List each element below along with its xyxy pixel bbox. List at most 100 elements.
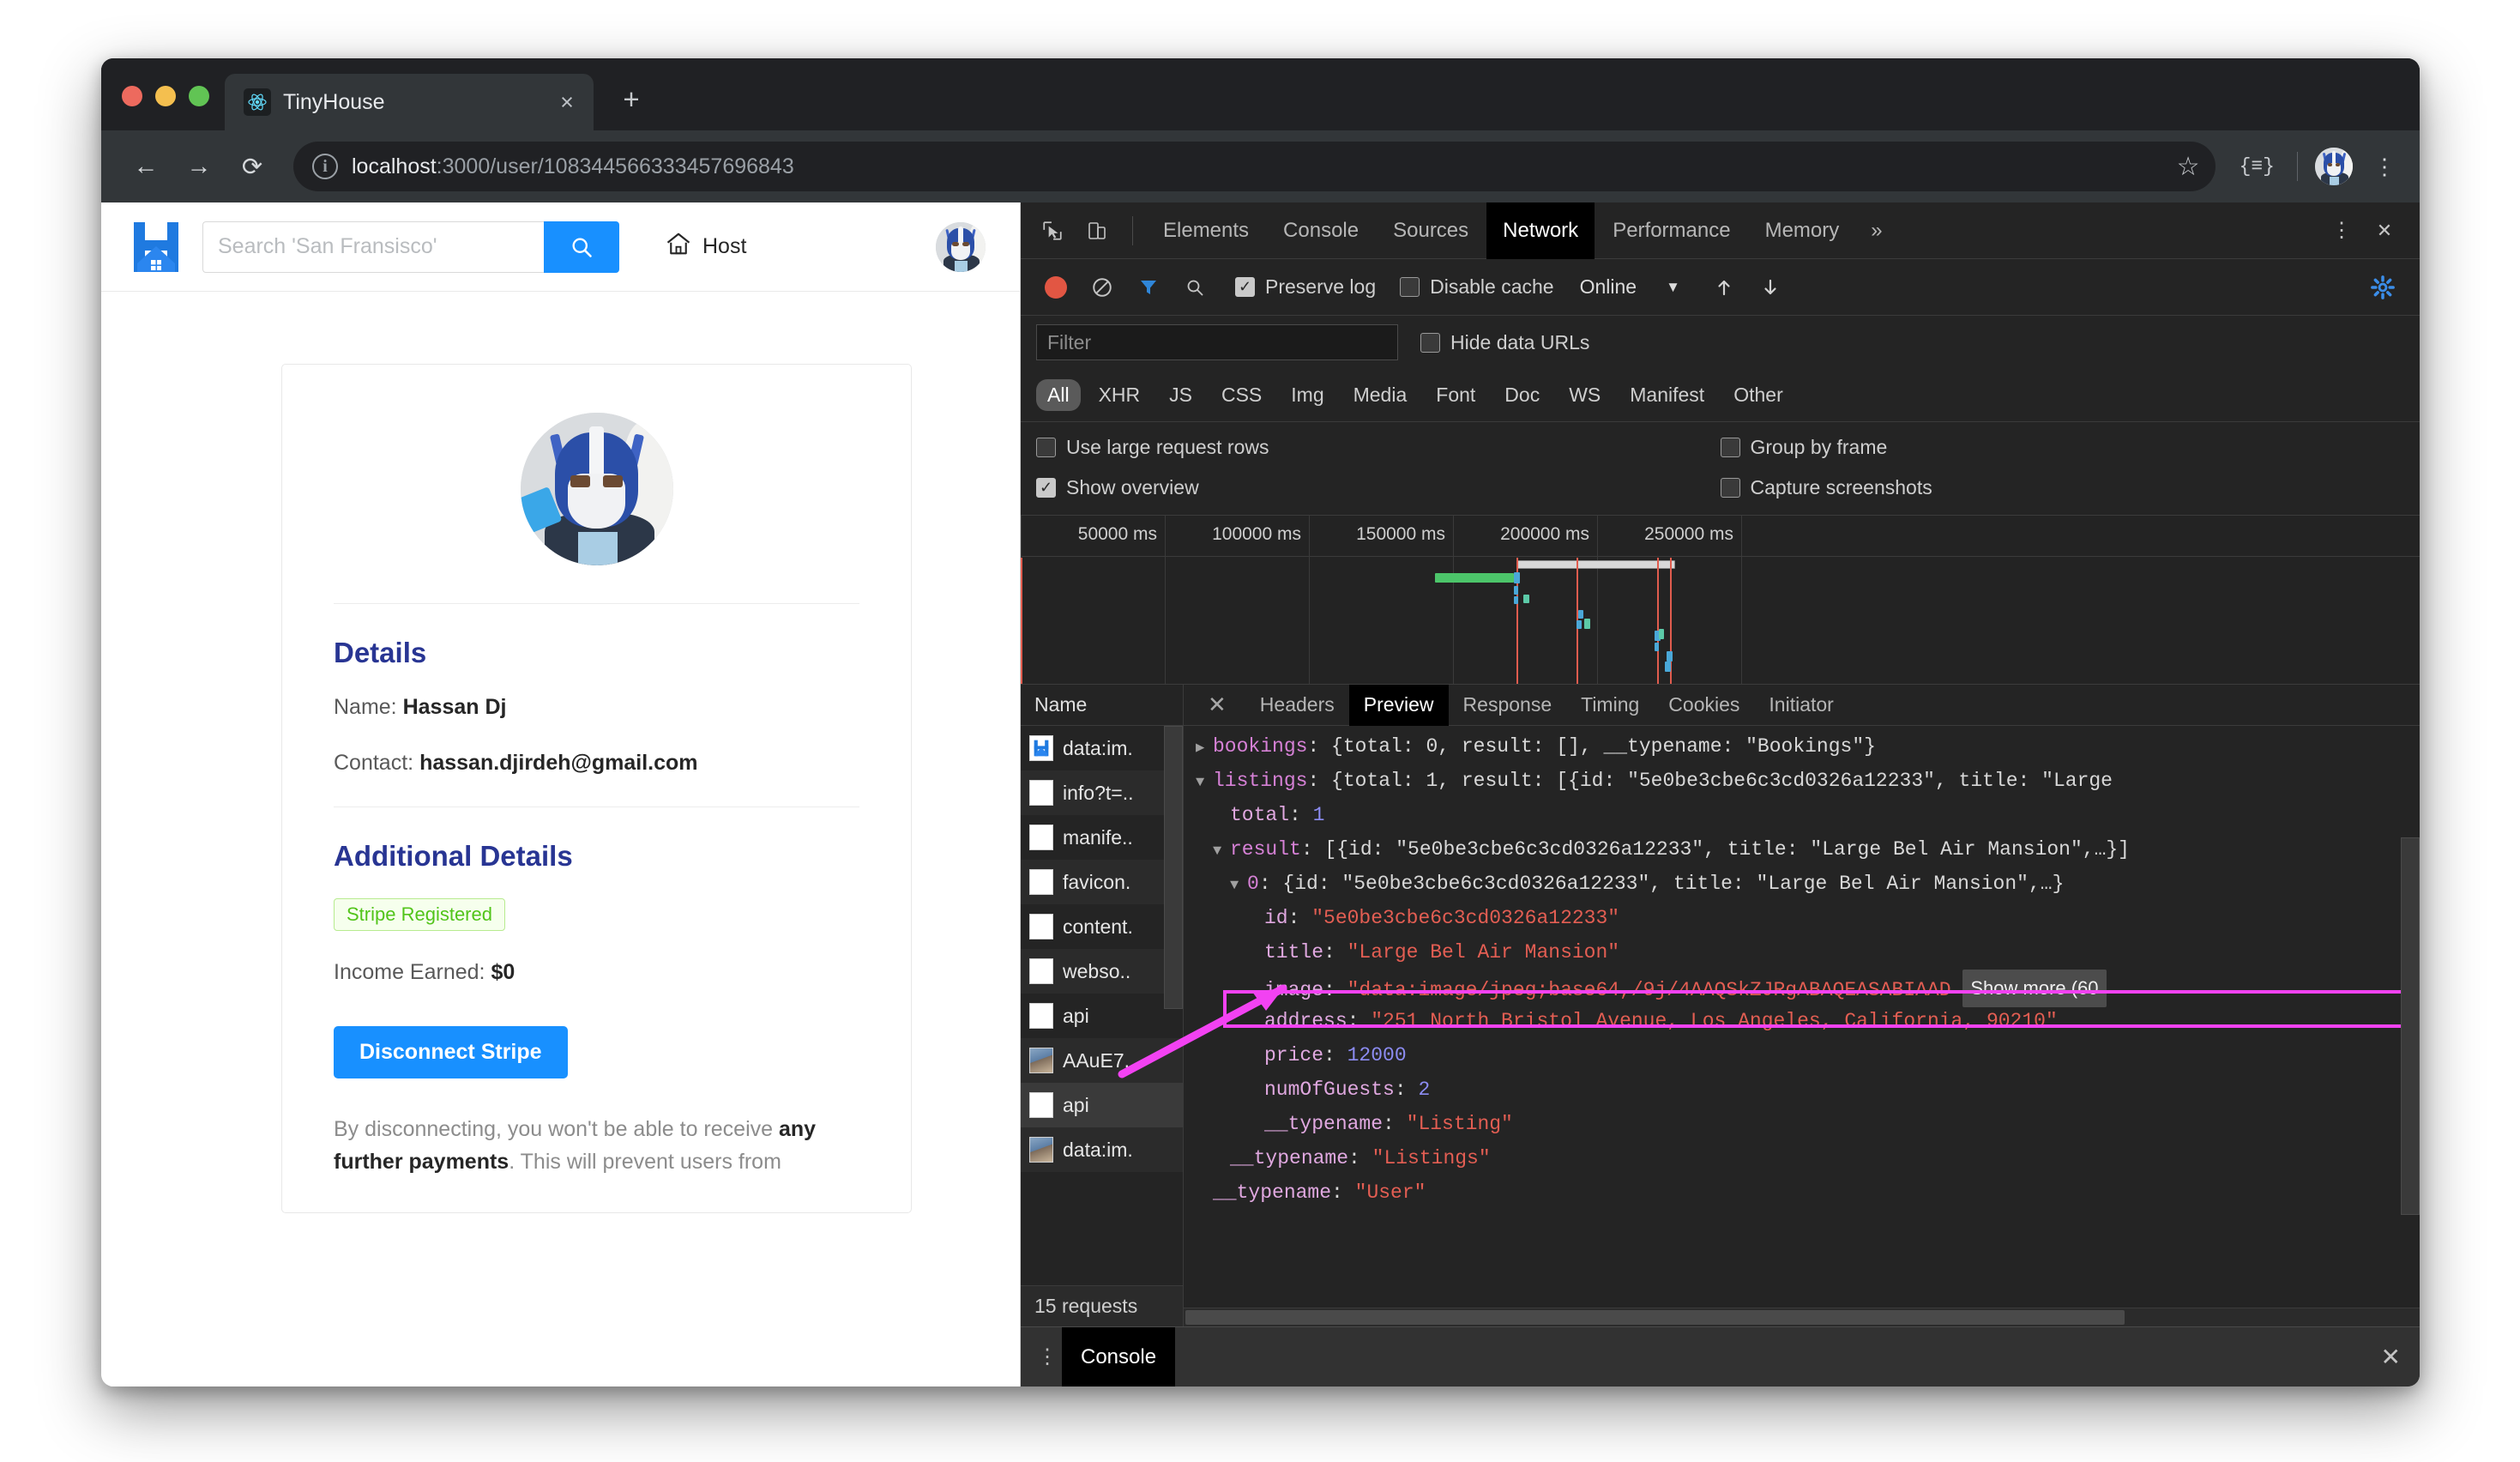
tinyhouse-logo-icon[interactable] bbox=[132, 221, 180, 274]
throttling-select[interactable]: Online ▼ bbox=[1580, 275, 1680, 299]
request-row[interactable]: api bbox=[1021, 1083, 1183, 1127]
json-line-bookings[interactable]: ▶ bookings: {total: 0, result: [], __type… bbox=[1184, 729, 2420, 764]
back-button[interactable]: ← bbox=[122, 142, 170, 190]
requests-column-header[interactable]: Name bbox=[1021, 685, 1183, 726]
import-har-icon[interactable] bbox=[1703, 266, 1745, 309]
drawer-tab-console[interactable]: Console bbox=[1062, 1326, 1176, 1386]
hide-data-urls-checkbox[interactable]: Hide data URLs bbox=[1420, 331, 1589, 354]
tab-elements[interactable]: Elements bbox=[1147, 202, 1265, 259]
preview-scrollbar[interactable] bbox=[2401, 837, 2420, 1215]
tab-performance[interactable]: Performance bbox=[1596, 202, 1746, 259]
overview-selection[interactable] bbox=[1516, 560, 1675, 569]
status-badge: Stripe Registered bbox=[334, 898, 505, 931]
request-row[interactable]: AAuE7.. bbox=[1021, 1038, 1183, 1083]
collapse-triangle-icon[interactable]: ▼ bbox=[1196, 766, 1213, 800]
tab-sources[interactable]: Sources bbox=[1377, 202, 1485, 259]
tab-initiator[interactable]: Initiator bbox=[1754, 685, 1848, 726]
address-bar[interactable]: i localhost:3000/user/108344566333457696… bbox=[293, 142, 2216, 191]
request-row[interactable]: favicon. bbox=[1021, 860, 1183, 904]
request-row[interactable]: data:im. bbox=[1021, 726, 1183, 770]
tab-cookies[interactable]: Cookies bbox=[1654, 685, 1754, 726]
request-row[interactable]: info?t=.. bbox=[1021, 770, 1183, 815]
host-link[interactable]: Host bbox=[666, 232, 746, 262]
bookmark-star-icon[interactable]: ☆ bbox=[2177, 152, 2200, 182]
type-filter-media[interactable]: Media bbox=[1342, 379, 1419, 411]
type-filter-doc[interactable]: Doc bbox=[1493, 379, 1551, 411]
search-button[interactable] bbox=[544, 221, 619, 273]
type-filter-css[interactable]: CSS bbox=[1210, 379, 1273, 411]
type-filter-xhr[interactable]: XHR bbox=[1088, 379, 1152, 411]
disconnect-stripe-button[interactable]: Disconnect Stripe bbox=[334, 1026, 568, 1078]
type-filter-manifest[interactable]: Manifest bbox=[1619, 379, 1715, 411]
close-detail-icon[interactable]: ✕ bbox=[1189, 692, 1245, 718]
tab-timing[interactable]: Timing bbox=[1566, 685, 1654, 726]
request-row[interactable]: webso.. bbox=[1021, 949, 1183, 994]
json-line-result[interactable]: ▼ result: [{id: "5e0be3cbe6c3cd0326a12233… bbox=[1184, 832, 2420, 867]
export-har-icon[interactable] bbox=[1749, 266, 1792, 309]
expand-triangle-icon[interactable]: ▶ bbox=[1196, 732, 1213, 766]
request-row[interactable]: data:im. bbox=[1021, 1127, 1183, 1172]
forward-button[interactable]: → bbox=[175, 142, 223, 190]
close-drawer-icon[interactable]: ✕ bbox=[2381, 1343, 2401, 1371]
tab-network[interactable]: Network bbox=[1486, 202, 1595, 259]
type-filter-ws[interactable]: WS bbox=[1558, 379, 1612, 411]
search-input[interactable] bbox=[202, 221, 544, 273]
close-tab-icon[interactable]: × bbox=[552, 90, 582, 114]
show-overview-checkbox[interactable]: ✓ Show overview bbox=[1036, 476, 1721, 499]
scrollbar-thumb[interactable] bbox=[1185, 1310, 2125, 1325]
tab-console[interactable]: Console bbox=[1267, 202, 1375, 259]
network-overview-timeline[interactable]: 50000 ms 100000 ms 150000 ms 200000 ms 2… bbox=[1021, 516, 2420, 685]
type-filter-img[interactable]: Img bbox=[1280, 379, 1335, 411]
user-menu-avatar[interactable] bbox=[936, 221, 986, 272]
close-window-button[interactable] bbox=[122, 86, 142, 106]
preview-horizontal-scrollbar[interactable] bbox=[1184, 1308, 2420, 1326]
browser-tab[interactable]: TinyHouse × bbox=[225, 74, 594, 130]
user-profile-card: Details Name: Hassan Dj Contact: hassan.… bbox=[281, 364, 912, 1213]
capture-screenshots-checkbox[interactable]: Capture screenshots bbox=[1720, 476, 2405, 499]
json-line-index-0[interactable]: ▼ 0: {id: "5e0be3cbe6c3cd0326a12233", tit… bbox=[1184, 867, 2420, 901]
tab-memory[interactable]: Memory bbox=[1749, 202, 1856, 259]
minimize-window-button[interactable] bbox=[155, 86, 176, 106]
collapse-triangle-icon[interactable]: ▼ bbox=[1213, 835, 1230, 869]
tab-headers[interactable]: Headers bbox=[1245, 685, 1349, 726]
more-panels-icon[interactable]: » bbox=[1857, 219, 1896, 243]
type-filter-js[interactable]: JS bbox=[1158, 379, 1203, 411]
funnel-icon[interactable] bbox=[1127, 266, 1170, 309]
type-filter-font[interactable]: Font bbox=[1425, 379, 1486, 411]
request-row[interactable]: api bbox=[1021, 994, 1183, 1038]
disable-cache-checkbox[interactable]: Disable cache bbox=[1400, 275, 1554, 299]
site-info-icon[interactable]: i bbox=[312, 154, 338, 179]
json-preview-tree[interactable]: ▶ bookings: {total: 0, result: [], __type… bbox=[1184, 726, 2420, 1326]
show-more-button[interactable]: Show more (60 bbox=[1962, 970, 2107, 1007]
gear-icon[interactable] bbox=[2361, 266, 2404, 309]
maximize-window-button[interactable] bbox=[189, 86, 209, 106]
request-row[interactable]: content. bbox=[1021, 904, 1183, 949]
overview-request-bar bbox=[1584, 619, 1590, 629]
requests-scrollbar[interactable] bbox=[1164, 726, 1183, 1009]
new-tab-button[interactable]: + bbox=[614, 85, 648, 113]
use-large-request-rows-checkbox[interactable]: Use large request rows bbox=[1036, 436, 1721, 459]
tab-preview[interactable]: Preview bbox=[1348, 684, 1449, 726]
browser-menu-icon[interactable]: ⋮ bbox=[2372, 155, 2397, 178]
reload-button[interactable]: ⟳ bbox=[228, 142, 276, 190]
type-filter-other[interactable]: Other bbox=[1722, 379, 1794, 411]
close-devtools-icon[interactable]: ✕ bbox=[2363, 209, 2406, 252]
drawer-menu-icon[interactable]: ⋮ bbox=[1033, 1346, 1062, 1367]
type-filter-all[interactable]: All bbox=[1036, 379, 1081, 411]
search-icon[interactable] bbox=[1173, 266, 1216, 309]
request-row[interactable]: manife.. bbox=[1021, 815, 1183, 860]
device-toolbar-icon[interactable] bbox=[1076, 209, 1118, 252]
checkbox-box bbox=[1720, 438, 1740, 457]
collapse-triangle-icon[interactable]: ▼ bbox=[1230, 869, 1247, 903]
devtools-menu-icon[interactable]: ⋮ bbox=[2320, 209, 2363, 252]
preserve-log-checkbox[interactable]: ✓ Preserve log bbox=[1235, 275, 1376, 299]
tab-response[interactable]: Response bbox=[1449, 685, 1567, 726]
extension-icon[interactable]: {≡} bbox=[2234, 155, 2280, 178]
record-stop-icon[interactable] bbox=[1034, 266, 1077, 309]
inspect-element-icon[interactable] bbox=[1031, 209, 1074, 252]
json-line-listings[interactable]: ▼ listings: {total: 1, result: [{id: "5e0… bbox=[1184, 764, 2420, 798]
clear-icon[interactable] bbox=[1081, 266, 1124, 309]
group-by-frame-checkbox[interactable]: Group by frame bbox=[1720, 436, 2405, 459]
filter-input[interactable] bbox=[1036, 324, 1398, 360]
profile-avatar[interactable] bbox=[2315, 148, 2353, 185]
